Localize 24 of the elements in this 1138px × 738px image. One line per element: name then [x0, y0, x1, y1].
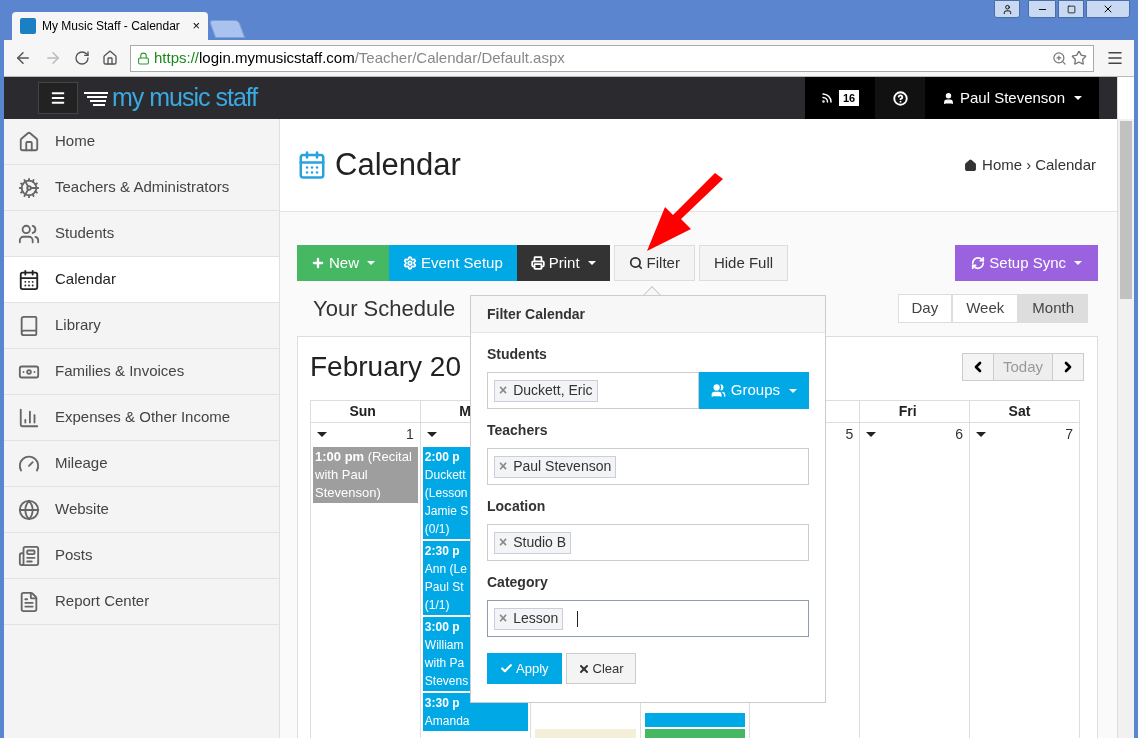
tab-title: My Music Staff - Calendar [42, 18, 181, 35]
day-number: 5 [845, 424, 854, 444]
count-badge: 16 [838, 89, 860, 107]
tag-label: Lesson [513, 609, 559, 628]
day-header: Sat [970, 401, 1080, 423]
logo-text: my music staff [112, 82, 258, 114]
field-label: Location [487, 497, 547, 516]
popover-title: Filter Calendar [471, 296, 825, 333]
page-title: Calendar [335, 145, 461, 184]
field-label: Category [487, 573, 549, 592]
day-number: 6 [955, 424, 964, 444]
field-label: Students [487, 345, 548, 364]
schedule-heading: Your Schedule [313, 294, 456, 323]
day-number: 1 [406, 424, 414, 444]
tag-label: Studio B [513, 533, 567, 552]
url-text: https://login.mymusicstaff.com/Teacher/Calendar/Default.aspx [154, 47, 566, 68]
tag-label: Paul Stevenson [513, 457, 612, 476]
breadcrumb-separator: › [1026, 154, 1032, 175]
day-number: 7 [1065, 424, 1073, 444]
day-header: Fri [860, 401, 971, 423]
day-header: Sun [311, 401, 421, 423]
month-title: February 20 [310, 350, 461, 384]
field-label: Teachers [487, 421, 549, 440]
tag-label: Duckett, Eric [513, 381, 593, 400]
